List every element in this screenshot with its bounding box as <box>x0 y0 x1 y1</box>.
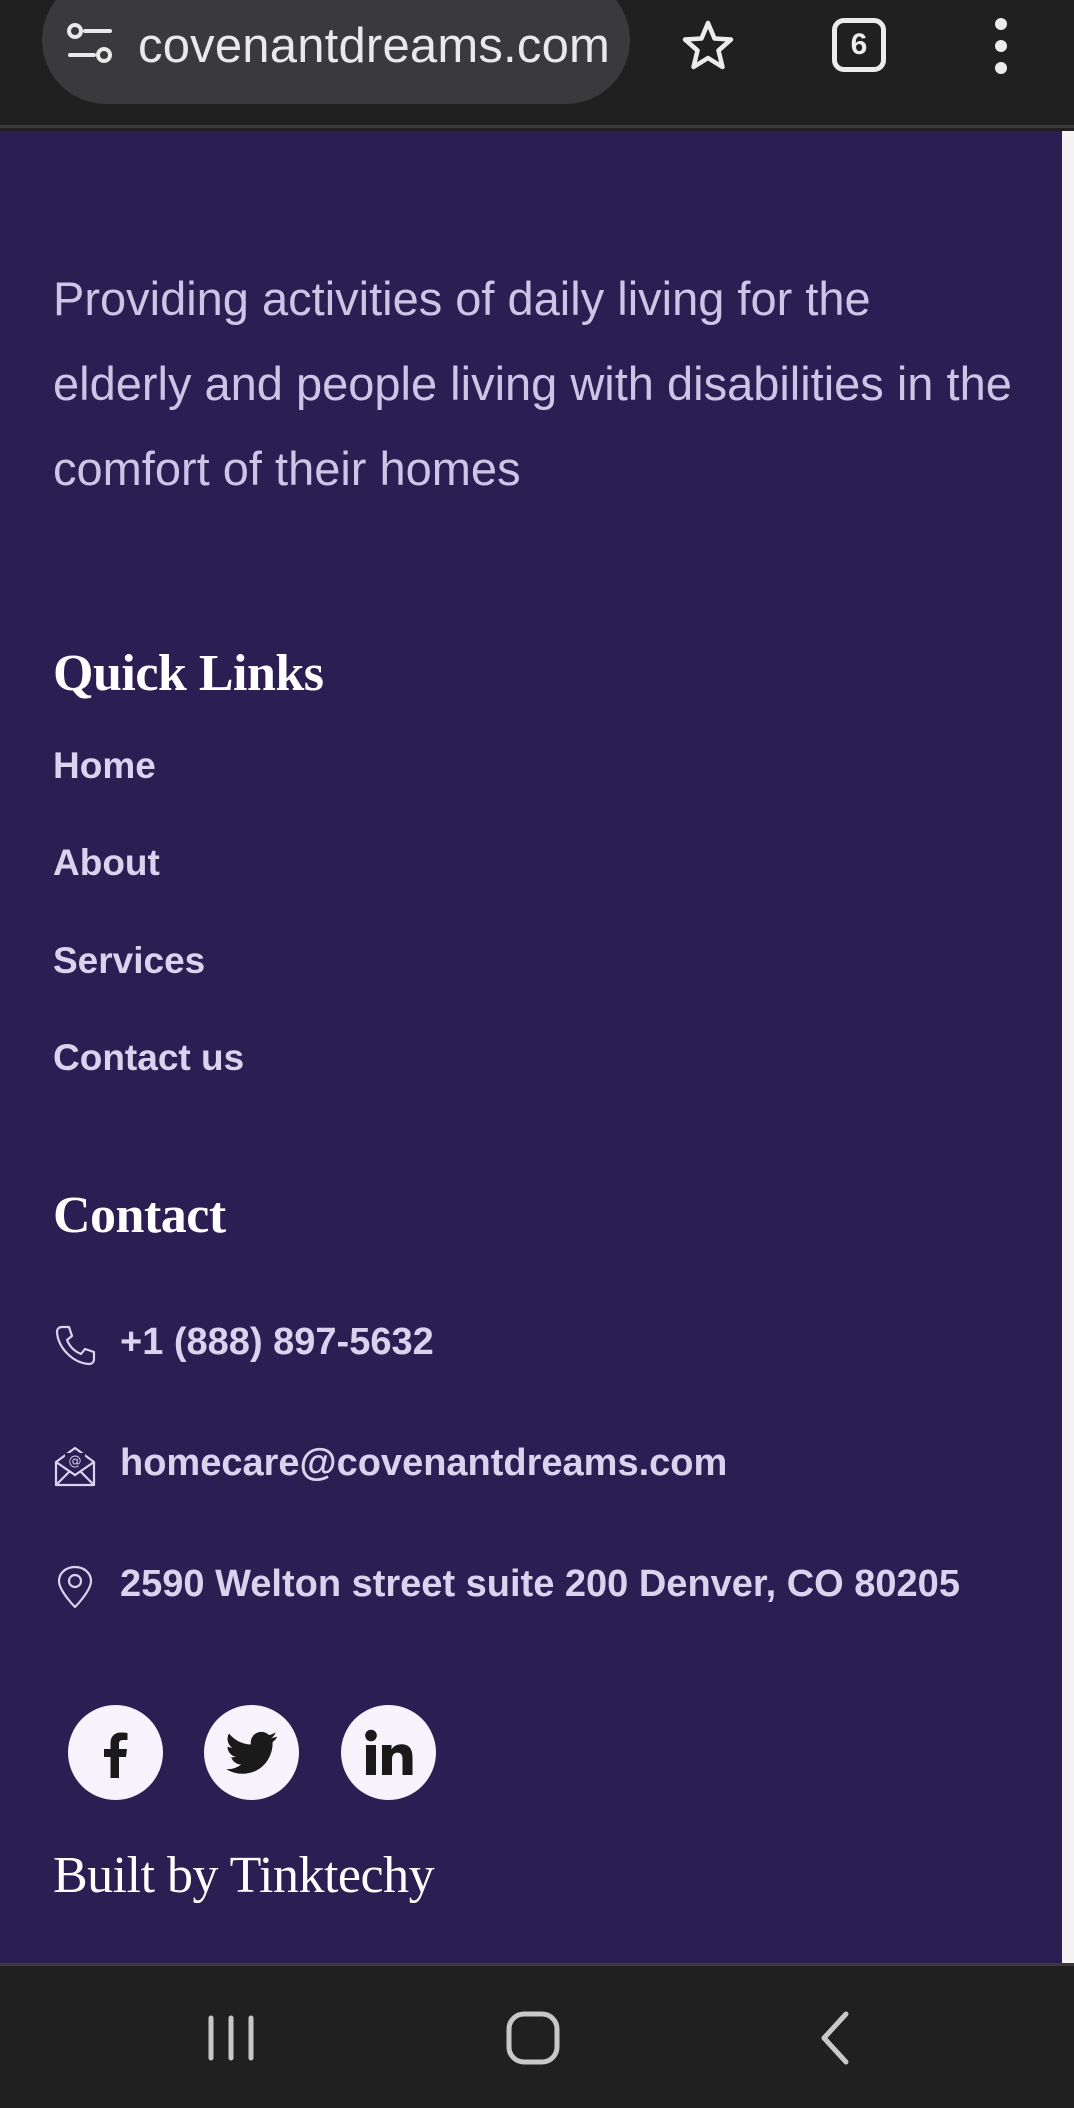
built-by-credit: Built by Tinktechy <box>53 1847 435 1904</box>
contact-phone-row[interactable]: +1 (888) 897-5632 <box>53 1321 1013 1371</box>
quick-link-about[interactable]: About <box>53 842 160 884</box>
contact-email[interactable]: homecare@covenantdreams.com <box>120 1442 727 1485</box>
footer-tagline: Providing activities of daily living for… <box>53 272 1012 495</box>
contact-email-row[interactable]: @ homecare@covenantdreams.com <box>53 1442 1013 1492</box>
quick-link-home[interactable]: Home <box>53 745 156 787</box>
page-edge <box>1062 131 1074 1963</box>
linkedin-icon <box>364 1729 412 1775</box>
overflow-menu-icon[interactable] <box>986 16 1016 76</box>
phone-icon <box>55 1325 96 1366</box>
url-text[interactable]: covenantdreams.com <box>138 18 610 74</box>
back-icon[interactable] <box>814 2006 858 2070</box>
site-footer: Providing activities of daily living for… <box>0 131 1062 1963</box>
facebook-link[interactable] <box>68 1705 163 1800</box>
linkedin-link[interactable] <box>341 1705 436 1800</box>
tab-switcher-button[interactable]: 6 <box>832 18 886 72</box>
contact-address: 2590 Welton street suite 200 Denver, CO … <box>120 1563 960 1605</box>
browser-toolbar: covenantdreams.com 6 <box>0 0 1074 128</box>
site-info-icon[interactable] <box>66 22 114 66</box>
quick-links-heading: Quick Links <box>53 645 324 702</box>
recent-apps-icon[interactable] <box>202 2006 260 2070</box>
twitter-link[interactable] <box>204 1705 299 1800</box>
quick-link-services[interactable]: Services <box>53 940 205 982</box>
facebook-icon <box>103 1732 127 1778</box>
email-icon: @ <box>54 1446 96 1487</box>
contact-heading: Contact <box>53 1187 226 1244</box>
contact-phone[interactable]: +1 (888) 897-5632 <box>120 1321 434 1364</box>
system-nav-bar <box>0 1963 1074 2108</box>
location-pin-icon <box>57 1565 93 1609</box>
svg-text:@: @ <box>69 1454 82 1469</box>
bookmark-star-icon[interactable] <box>680 18 736 74</box>
contact-address-row: 2590 Welton street suite 200 Denver, CO … <box>53 1563 1013 1613</box>
quick-link-contact-us[interactable]: Contact us <box>53 1037 244 1079</box>
twitter-icon <box>225 1731 277 1774</box>
home-icon[interactable] <box>502 2006 566 2070</box>
